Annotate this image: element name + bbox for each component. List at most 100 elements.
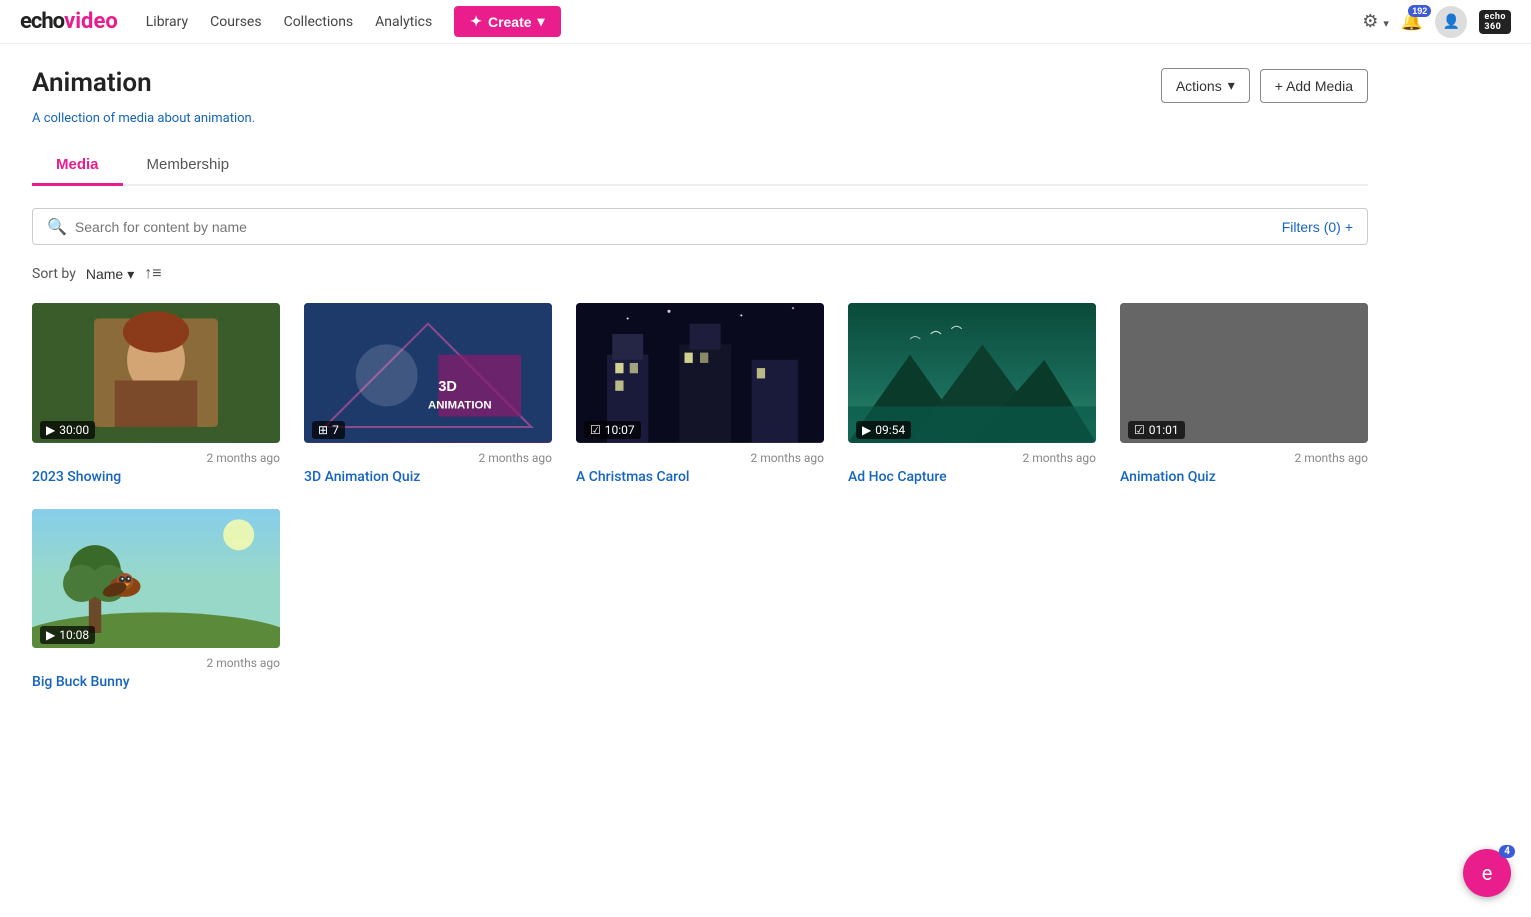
svg-text:ANIMATION: ANIMATION	[428, 399, 492, 411]
logo-echo: echo	[20, 9, 64, 34]
tab-membership[interactable]: Membership	[123, 146, 254, 186]
settings-chevron-icon: ▾	[1383, 18, 1389, 30]
quiz-icon: ⊞	[318, 423, 328, 437]
chat-badge-button[interactable]: e 4	[1463, 849, 1511, 897]
logo[interactable]: echovideo	[20, 9, 118, 34]
tab-bar: Media Membership	[32, 146, 1368, 186]
duration-text-5: 01:01	[1149, 423, 1179, 437]
thumbnail-2023-showing: ▶ 30:00	[32, 303, 280, 443]
sort-bar: Sort by Name ▾ ↑≡	[32, 265, 1368, 283]
create-label: Create	[488, 14, 532, 30]
media-age-2: 2 months ago	[304, 451, 552, 465]
media-name-2[interactable]: 3D Animation Quiz	[304, 469, 552, 485]
svg-text:3D: 3D	[438, 379, 456, 395]
tab-media[interactable]: Media	[32, 146, 123, 186]
nav-link-courses[interactable]: Courses	[210, 14, 261, 30]
notification-badge: 192	[1408, 5, 1431, 17]
page-title: Animation	[32, 68, 152, 98]
page-header: Animation Actions ▾ + Add Media	[32, 68, 1368, 103]
page-subtitle: A collection of media about animation.	[32, 111, 1368, 126]
page-actions: Actions ▾ + Add Media	[1161, 68, 1368, 103]
sort-chevron-icon: ▾	[127, 266, 134, 283]
thumbnail-big-buck-bunny: ▶ 10:08	[32, 509, 280, 649]
filters-plus-icon: +	[1345, 219, 1353, 235]
search-input[interactable]	[75, 219, 1274, 235]
media-age-5: 2 months ago	[1120, 451, 1368, 465]
actions-label: Actions	[1176, 78, 1222, 94]
filters-button[interactable]: Filters (0) +	[1282, 219, 1353, 235]
duration-badge-1: ▶ 30:00	[40, 421, 95, 439]
thumbnail-3d-animation-quiz: 3D ANIMATION ⊞ 7	[304, 303, 552, 443]
media-card-ad-hoc-capture[interactable]: ▶ 09:54 2 months ago Ad Hoc Capture	[848, 303, 1096, 485]
media-grid: ▶ 30:00 2 months ago 2023 Showing	[32, 303, 1368, 690]
nav-links: Library Courses Collections Analytics ✦ …	[146, 6, 1362, 37]
media-card-2023-showing[interactable]: ▶ 30:00 2 months ago 2023 Showing	[32, 303, 280, 485]
thumb-overlay-6: ▶ 10:08	[32, 622, 280, 648]
duration-text-6: 10:08	[59, 628, 89, 642]
nav-link-collections[interactable]: Collections	[284, 14, 354, 30]
create-icon: ✦	[470, 13, 482, 30]
thumb-overlay-1: ▶ 30:00	[32, 417, 280, 443]
filters-label: Filters (0)	[1282, 219, 1341, 235]
duration-badge-4: ▶ 09:54	[856, 421, 911, 439]
search-bar: 🔍 Filters (0) +	[32, 208, 1368, 245]
create-button[interactable]: ✦ Create ▾	[454, 6, 560, 37]
video-play-icon-3: ☑	[590, 423, 601, 437]
thumb-overlay-3: ☑ 10:07	[576, 417, 824, 443]
search-icon: 🔍	[47, 217, 67, 236]
media-card-animation-quiz[interactable]: ☑ 01:01 2 months ago Animation Quiz	[1120, 303, 1368, 485]
duration-badge-6: ▶ 10:08	[40, 626, 95, 644]
top-navigation: echovideo Library Courses Collections An…	[0, 0, 1531, 44]
media-name-1[interactable]: 2023 Showing	[32, 469, 280, 485]
video-play-icon-6: ▶	[46, 628, 55, 642]
media-name-4[interactable]: Ad Hoc Capture	[848, 469, 1096, 485]
media-age-3: 2 months ago	[576, 451, 824, 465]
video-play-icon-4: ▶	[862, 423, 871, 437]
media-age-6: 2 months ago	[32, 656, 280, 670]
quiz-icon-5: ☑	[1134, 423, 1145, 437]
add-media-label: + Add Media	[1275, 78, 1353, 94]
media-name-5[interactable]: Animation Quiz	[1120, 469, 1368, 485]
sort-order-icon: ↑≡	[144, 265, 161, 282]
subtitle-link[interactable]: A collection of media about animation.	[32, 111, 255, 126]
duration-badge-2: ⊞ 7	[312, 421, 345, 439]
media-name-3[interactable]: A Christmas Carol	[576, 469, 824, 485]
thumbnail-animation-quiz: ☑ 01:01	[1120, 303, 1368, 443]
video-play-icon: ▶	[46, 423, 55, 437]
sort-select-button[interactable]: Name ▾	[86, 266, 134, 283]
actions-button[interactable]: Actions ▾	[1161, 68, 1250, 103]
sort-order-button[interactable]: ↑≡	[144, 265, 161, 283]
nav-link-analytics[interactable]: Analytics	[375, 14, 432, 30]
settings-icon: ⚙	[1362, 11, 1378, 31]
media-name-6[interactable]: Big Buck Bunny	[32, 674, 280, 690]
logo-video: video	[64, 9, 118, 34]
page-content: Animation Actions ▾ + Add Media A collec…	[0, 44, 1400, 714]
user-avatar-button[interactable]: 👤	[1435, 6, 1467, 38]
settings-button[interactable]: ⚙ ▾	[1362, 11, 1389, 32]
media-card-christmas-carol[interactable]: ☑ 10:07 2 months ago A Christmas Carol	[576, 303, 824, 485]
sort-label: Sort by	[32, 266, 76, 282]
nav-link-library[interactable]: Library	[146, 14, 188, 30]
thumbnail-christmas-carol: ☑ 10:07	[576, 303, 824, 443]
duration-text-4: 09:54	[875, 423, 905, 437]
thumb-overlay-2: ⊞ 7	[304, 417, 552, 443]
thumbnail-ad-hoc-capture: ▶ 09:54	[848, 303, 1096, 443]
nav-right: ⚙ ▾ 🔔 192 👤 echo360	[1362, 6, 1511, 38]
add-media-button[interactable]: + Add Media	[1260, 69, 1368, 103]
thumb-overlay-5: ☑ 01:01	[1120, 417, 1368, 443]
echo360-brand-badge: echo360	[1479, 10, 1511, 34]
duration-count: 7	[332, 423, 339, 437]
media-card-big-buck-bunny[interactable]: ▶ 10:08 2 months ago Big Buck Bunny	[32, 509, 280, 691]
chat-icon: e	[1482, 861, 1493, 885]
create-chevron-icon: ▾	[538, 13, 545, 30]
user-icon: 👤	[1443, 13, 1460, 30]
duration-badge-5: ☑ 01:01	[1128, 421, 1185, 439]
chat-badge-count: 4	[1499, 845, 1515, 858]
media-card-3d-animation-quiz[interactable]: 3D ANIMATION ⊞ 7 2 months ago 3D Animati…	[304, 303, 552, 485]
duration-text-3: 10:07	[605, 423, 635, 437]
duration-text: 30:00	[59, 423, 89, 437]
notifications-button[interactable]: 🔔 192	[1401, 11, 1423, 32]
media-age-1: 2 months ago	[32, 451, 280, 465]
sort-value: Name	[86, 266, 123, 282]
actions-chevron-icon: ▾	[1228, 77, 1235, 94]
